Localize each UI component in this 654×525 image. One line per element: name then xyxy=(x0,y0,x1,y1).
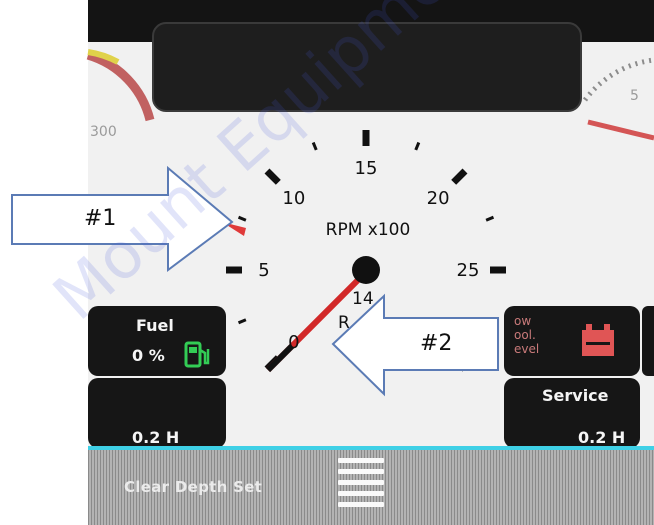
coolant-line: ool. xyxy=(514,328,536,342)
callout-arrow-1 xyxy=(11,165,234,272)
gauge-tick-label: 0 xyxy=(288,332,299,353)
fuel-card[interactable]: Fuel 0 % xyxy=(88,306,226,376)
gauge-tick-label: 10 xyxy=(282,188,305,209)
needle-hub xyxy=(352,256,380,284)
service-card[interactable]: Service 0.2 H xyxy=(504,378,640,448)
menu-icon[interactable] xyxy=(338,458,384,510)
coolant-card[interactable]: ow ool. evel xyxy=(504,306,640,376)
fuel-value: 0 % xyxy=(132,346,165,365)
clear-depth-set-button[interactable]: Clear Depth Set xyxy=(124,478,262,496)
rpm-partial-value: 14 xyxy=(352,289,374,309)
screenshot: 300 5 RPM x100 14 R 051015202530 Fuel 0 … xyxy=(0,0,654,525)
right-gauge-tick-label: 5 xyxy=(630,88,639,104)
gauge-major-tick xyxy=(451,168,468,185)
callout-arrow-2 xyxy=(331,293,499,397)
fuel-pump-icon xyxy=(184,341,210,368)
gauge-tick-label: 20 xyxy=(427,188,450,209)
left-partial-gauge: 300 xyxy=(86,49,155,140)
gauge-minor-tick xyxy=(485,215,495,222)
gauge-tick-label: 15 xyxy=(355,158,378,179)
coolant-level-icon xyxy=(582,324,614,356)
gauge-tick-label: 25 xyxy=(457,260,480,281)
coolant-text: ow ool. evel xyxy=(514,314,564,356)
service-label: Service xyxy=(542,386,609,405)
gauge-tick-label: 5 xyxy=(258,260,269,281)
callout-label-1: #1 xyxy=(84,206,117,231)
gauge-minor-tick xyxy=(311,141,318,151)
hours-value: 0.2 H xyxy=(132,428,180,447)
callout-label-2: #2 xyxy=(420,331,453,356)
gauge-minor-tick xyxy=(414,141,421,151)
left-gauge-tick-label: 300 xyxy=(90,124,117,140)
card-edge xyxy=(642,306,654,376)
coolant-line: evel xyxy=(514,342,540,356)
coolant-line: ow xyxy=(514,314,532,328)
fuel-label: Fuel xyxy=(136,316,174,335)
bottom-bar: Clear Depth Set xyxy=(88,450,654,525)
service-value: 0.2 H xyxy=(578,428,626,447)
rpm-gauge-title: RPM x100 xyxy=(326,220,411,240)
gauge-minor-tick xyxy=(237,318,247,325)
gauge-major-tick xyxy=(264,168,281,185)
hours-card[interactable]: 0.2 H xyxy=(88,378,226,448)
gauge-minor-tick xyxy=(237,215,247,222)
right-partial-gauge: 5 xyxy=(582,57,654,141)
